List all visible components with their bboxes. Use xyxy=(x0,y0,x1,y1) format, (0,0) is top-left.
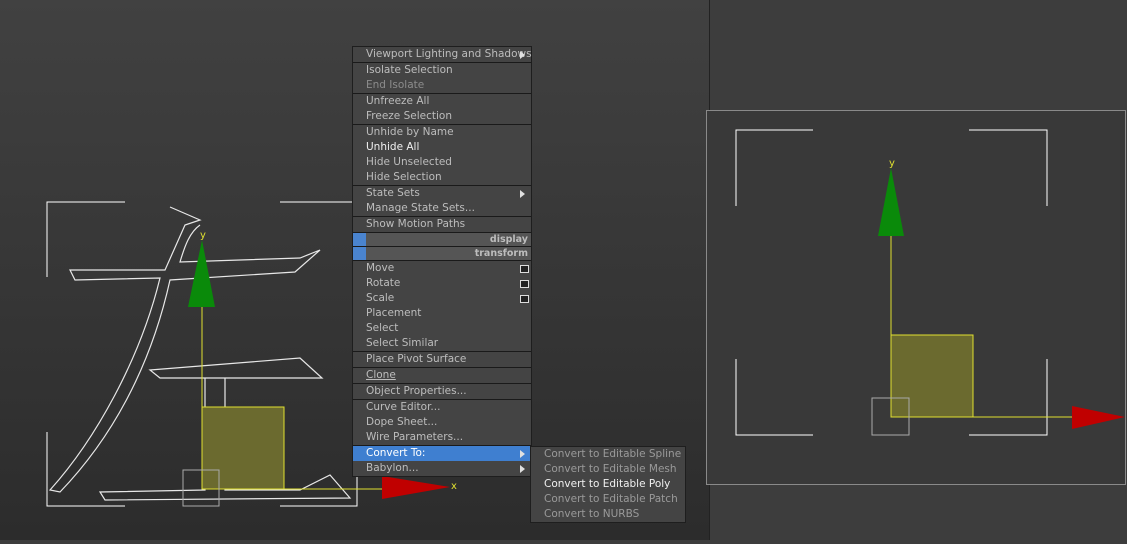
quad-label: transform xyxy=(474,248,528,259)
submenu-item-nurbs[interactable]: Convert to NURBS xyxy=(531,507,685,522)
menu-item-label: Hide Unselected xyxy=(366,156,452,168)
settings-box-icon[interactable] xyxy=(520,280,529,288)
y-axis-label-right: y xyxy=(889,158,895,169)
menu-item-label: Freeze Selection xyxy=(366,110,452,122)
x-axis-cone-right xyxy=(1072,406,1125,429)
submenu-item-editable-mesh[interactable]: Convert to Editable Mesh xyxy=(531,462,685,477)
menu-item-placement[interactable]: Placement xyxy=(353,306,531,321)
menu-item-select[interactable]: Select xyxy=(353,321,531,336)
menu-item-hide-selection[interactable]: Hide Selection xyxy=(353,170,531,185)
submenu-item-editable-spline[interactable]: Convert to Editable Spline xyxy=(531,447,685,462)
menu-item-object-properties[interactable]: Object Properties... xyxy=(353,383,531,399)
menu-item-end-isolate[interactable]: End Isolate xyxy=(353,78,531,93)
menu-item-label: Select xyxy=(366,322,399,334)
quad-header-transform[interactable]: transform xyxy=(353,246,531,260)
quad-marker-icon xyxy=(353,247,366,260)
x-axis-cone xyxy=(382,476,450,499)
menu-item-label: Hide Selection xyxy=(366,171,442,183)
menu-item-wire-parameters[interactable]: Wire Parameters... xyxy=(353,430,531,445)
quad-marker-icon xyxy=(353,233,366,246)
menu-item-label: State Sets xyxy=(366,187,420,199)
menu-item-label: Object Properties... xyxy=(366,385,467,397)
menu-item-unfreeze-all[interactable]: Unfreeze All xyxy=(353,93,531,109)
menu-item-label: Isolate Selection xyxy=(366,64,453,76)
menu-item-label: Clone xyxy=(366,369,396,381)
menu-item-label: Manage State Sets... xyxy=(366,202,475,214)
convert-to-submenu: Convert to Editable Spline Convert to Ed… xyxy=(530,446,686,523)
menu-item-label: Select Similar xyxy=(366,337,439,349)
gizmo-plane-right xyxy=(890,334,974,418)
menu-item-babylon[interactable]: Babylon... xyxy=(353,461,531,476)
menu-item-unhide-all[interactable]: Unhide All xyxy=(353,140,531,155)
menu-item-viewport-lighting[interactable]: Viewport Lighting and Shadows xyxy=(353,47,532,62)
submenu-item-editable-poly[interactable]: Convert to Editable Poly xyxy=(531,477,685,492)
menu-item-show-motion-paths[interactable]: Show Motion Paths xyxy=(353,216,531,232)
menu-item-label: Babylon... xyxy=(366,462,419,474)
menu-item-curve-editor[interactable]: Curve Editor... xyxy=(353,399,531,415)
menu-item-label: Rotate xyxy=(366,277,401,289)
menu-item-manage-state-sets[interactable]: Manage State Sets... xyxy=(353,201,531,216)
menu-item-scale[interactable]: Scale xyxy=(353,291,531,306)
menu-item-label: Move xyxy=(366,262,395,274)
menu-item-convert-to[interactable]: Convert To: xyxy=(353,445,531,461)
menu-item-dope-sheet[interactable]: Dope Sheet... xyxy=(353,415,531,430)
submenu-arrow-icon xyxy=(520,465,525,473)
menu-item-hide-unselected[interactable]: Hide Unselected xyxy=(353,155,531,170)
transform-gizmo-right: y xyxy=(871,158,1125,436)
y-axis-label: y xyxy=(200,230,206,241)
menu-item-label: Unhide by Name xyxy=(366,126,454,138)
menu-item-place-pivot-surface[interactable]: Place Pivot Surface xyxy=(353,351,531,367)
viewport-secondary[interactable]: y xyxy=(706,110,1126,485)
menu-item-label: Place Pivot Surface xyxy=(366,353,467,365)
menu-item-label: Unfreeze All xyxy=(366,95,430,107)
submenu-arrow-icon xyxy=(520,450,525,458)
menu-item-label: Viewport Lighting and Shadows xyxy=(366,48,532,60)
menu-item-label: End Isolate xyxy=(366,79,425,91)
x-axis-label: x xyxy=(451,481,457,492)
menu-item-label: Scale xyxy=(366,292,395,304)
quad-label: display xyxy=(489,234,528,245)
y-axis-cone xyxy=(188,240,215,307)
settings-box-icon[interactable] xyxy=(520,265,529,273)
submenu-item-editable-patch[interactable]: Convert to Editable Patch xyxy=(531,492,685,507)
menu-item-label: Show Motion Paths xyxy=(366,218,466,230)
menu-item-label: Placement xyxy=(366,307,422,319)
menu-item-move[interactable]: Move xyxy=(353,260,531,276)
menu-item-rotate[interactable]: Rotate xyxy=(353,276,531,291)
menu-item-unhide-by-name[interactable]: Unhide by Name xyxy=(353,124,531,140)
menu-item-state-sets[interactable]: State Sets xyxy=(353,185,531,201)
y-axis-cone-right xyxy=(878,168,904,236)
menu-item-select-similar[interactable]: Select Similar xyxy=(353,336,531,351)
gizmo-plane xyxy=(201,406,285,490)
menu-item-label: Convert To: xyxy=(366,447,426,459)
settings-box-icon[interactable] xyxy=(520,295,529,303)
quad-header-display[interactable]: display xyxy=(353,232,531,246)
submenu-arrow-icon xyxy=(520,190,525,198)
quad-menu: Viewport Lighting and Shadows Isolate Se… xyxy=(352,46,532,477)
menu-item-label: Unhide All xyxy=(366,141,420,153)
menu-item-isolate-selection[interactable]: Isolate Selection xyxy=(353,62,531,78)
submenu-arrow-icon xyxy=(520,51,525,59)
menu-item-label: Wire Parameters... xyxy=(366,431,464,443)
viewport-scene-right: y xyxy=(735,129,1125,436)
menu-item-label: Dope Sheet... xyxy=(366,416,438,428)
menu-item-freeze-selection[interactable]: Freeze Selection xyxy=(353,109,531,124)
menu-item-label: Curve Editor... xyxy=(366,401,441,413)
menu-item-clone[interactable]: Clone xyxy=(353,367,531,383)
